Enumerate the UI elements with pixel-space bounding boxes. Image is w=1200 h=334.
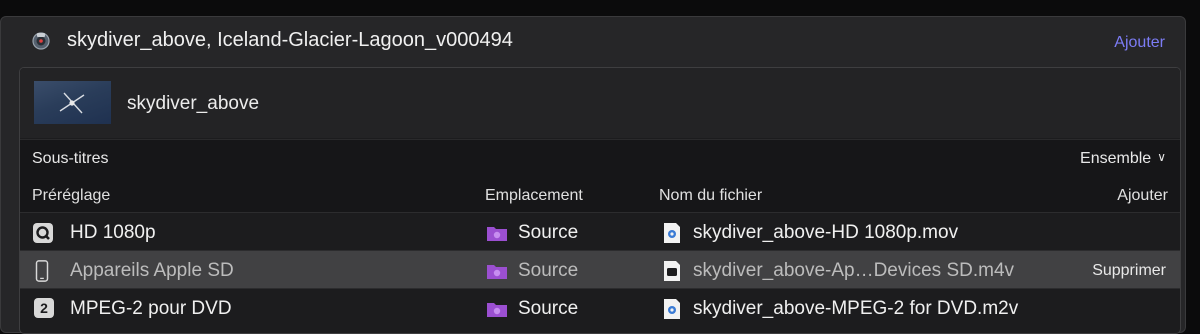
output-filename[interactable]: skydiver_above-MPEG-2 for DVD.m2v [693,298,1018,320]
folder-icon [487,303,507,317]
compressor-app-icon [32,32,50,50]
movie-file-icon [664,223,680,243]
mpeg2-icon: 2 [34,298,54,318]
output-column-header: Préréglage Emplacement Nom du fichier Aj… [20,176,1180,212]
clip-row[interactable]: skydiver_above [20,68,1180,138]
video-file-icon [664,261,680,281]
location-value[interactable]: Source [518,222,578,244]
job-panel: skydiver_above Sous-titres Ensemble ∨ Pré… [19,67,1181,334]
delete-output-button[interactable]: Supprimer [1092,262,1166,280]
clip-name: skydiver_above [127,93,260,114]
folder-icon [487,265,507,279]
output-filename[interactable]: skydiver_above-Ap…Devices SD.m4v [693,260,1014,282]
preset-name: Appareils Apple SD [70,260,234,281]
location-value[interactable]: Source [518,298,578,320]
output-row[interactable]: 2 MPEG-2 pour DVD Source skydiver_above-… [20,288,1180,326]
subtitles-mode-select[interactable]: Ensemble ∨ [1080,150,1166,168]
subtitles-label: Sous-titres [32,150,109,167]
column-filename: Nom du fichier [659,187,763,204]
output-row[interactable]: HD 1080p Source skydiver_above-HD 1080p.… [20,212,1180,250]
folder-icon [487,227,507,241]
output-row[interactable]: Appareils Apple SD Source skydiver_above… [20,250,1180,288]
subtitles-row: Sous-titres Ensemble ∨ [20,139,1180,176]
output-filename[interactable]: skydiver_above-HD 1080p.mov [693,222,958,244]
add-output-button[interactable]: Ajouter [1117,187,1168,205]
job-header: skydiver_above, Iceland-Glacier-Lagoon_v… [1,17,1185,67]
quicktime-icon [33,223,53,243]
column-location: Emplacement [485,187,583,204]
column-preset: Préréglage [32,187,111,204]
batch-job: skydiver_above, Iceland-Glacier-Lagoon_v… [0,16,1186,334]
add-source-button[interactable]: Ajouter [1114,34,1165,52]
preset-name: HD 1080p [70,222,156,243]
job-title: skydiver_above, Iceland-Glacier-Lagoon_v… [67,29,513,51]
location-value[interactable]: Source [518,260,578,282]
chevron-down-icon: ∨ [1157,150,1166,164]
movie-file-icon [664,299,680,319]
preset-name: MPEG-2 pour DVD [70,298,232,319]
clip-thumbnail [34,81,111,124]
subtitles-mode-value: Ensemble [1080,150,1152,167]
iphone-icon [35,260,49,282]
